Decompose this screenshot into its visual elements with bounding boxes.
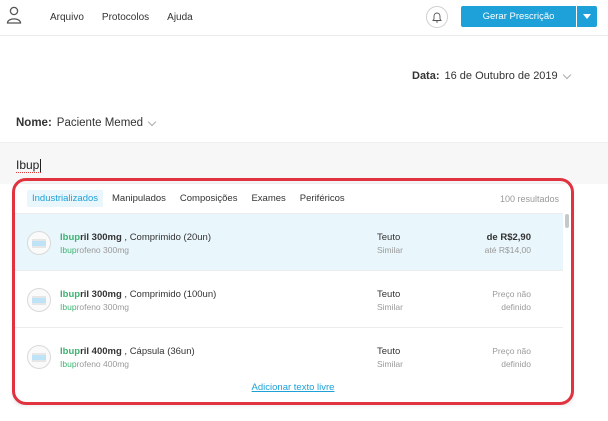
result-item-price-sub: definido	[501, 302, 531, 312]
tab-exames[interactable]: Exames	[246, 190, 290, 207]
add-free-text-link[interactable]: Adicionar texto livre	[15, 382, 571, 393]
result-item-lab: Teuto	[377, 289, 401, 300]
patient-name-value: Paciente Memed	[56, 117, 144, 129]
date-label: Data:	[412, 70, 440, 82]
chevron-down-icon	[147, 117, 157, 126]
generate-prescription-dropdown-button[interactable]	[577, 6, 597, 27]
nav-item-arquivo[interactable]: Arquivo	[50, 12, 84, 23]
result-item[interactable]: Ibupril 300mg , Comprimido (100un) Ibupr…	[15, 270, 563, 327]
medication-pill-icon	[27, 288, 51, 312]
result-item[interactable]: Ibupril 300mg , Comprimido (20un) Ibupro…	[15, 213, 563, 270]
results-scrollbar[interactable]	[565, 214, 569, 228]
medication-pill-icon	[27, 345, 51, 369]
medication-search-field[interactable]: Ibup	[0, 142, 608, 184]
result-item-substance: Ibuprofeno 300mg	[60, 245, 129, 255]
result-item-substance: Ibuprofeno 400mg	[60, 359, 129, 369]
patient-name-label: Nome:	[16, 117, 52, 129]
result-item-lab-type: Similar	[377, 359, 403, 369]
nav-item-ajuda[interactable]: Ajuda	[167, 12, 193, 23]
top-bar: Arquivo Protocolos Ajuda Gerar Prescriçã…	[0, 0, 608, 36]
medication-search-input[interactable]: Ibup	[16, 158, 42, 174]
result-item-substance: Ibuprofeno 300mg	[60, 302, 129, 312]
results-count: 100 resultados	[499, 194, 559, 204]
nav-item-protocolos[interactable]: Protocolos	[102, 12, 149, 23]
medication-pill-icon	[27, 231, 51, 255]
date-selector[interactable]: Data: 16 de Outubro de 2019	[412, 70, 571, 82]
result-item[interactable]: Ibupril 400mg , Cápsula (36un) Ibuprofen…	[15, 327, 563, 384]
result-item-price-sub: definido	[501, 359, 531, 369]
result-item-lab-type: Similar	[377, 245, 403, 255]
results-tabs: Industrializados Manipulados Composições…	[27, 190, 354, 207]
result-item-price: de R$2,90	[486, 232, 531, 243]
result-item-price-sub: até R$14,00	[484, 245, 531, 255]
result-item-name: Ibupril 300mg , Comprimido (20un)	[60, 232, 212, 243]
date-value: 16 de Outubro de 2019	[444, 70, 558, 82]
user-icon[interactable]	[6, 6, 22, 24]
tab-industrializados[interactable]: Industrializados	[27, 190, 104, 207]
generate-prescription-button[interactable]: Gerar Prescrição	[461, 6, 576, 27]
chevron-down-icon	[562, 70, 571, 79]
search-results-panel: Industrializados Manipulados Composições…	[15, 184, 571, 402]
tab-perifericos[interactable]: Periféricos	[295, 190, 350, 207]
result-item-lab: Teuto	[377, 232, 401, 243]
patient-selector[interactable]: Nome: Paciente Memed	[16, 117, 157, 129]
result-item-price: Preço não	[492, 289, 531, 299]
text-cursor	[40, 159, 42, 173]
result-item-lab: Teuto	[377, 346, 401, 357]
tab-composicoes[interactable]: Composições	[175, 190, 243, 207]
result-item-lab-type: Similar	[377, 302, 403, 312]
result-item-name: Ibupril 300mg , Comprimido (100un)	[60, 289, 217, 300]
search-text: Ibup	[16, 158, 40, 172]
result-item-price: Preço não	[492, 346, 531, 356]
bell-icon	[432, 12, 442, 23]
tab-manipulados[interactable]: Manipulados	[107, 190, 171, 207]
result-item-name: Ibupril 400mg , Cápsula (36un)	[60, 346, 195, 357]
main-nav: Arquivo Protocolos Ajuda	[50, 12, 211, 23]
notifications-button[interactable]	[426, 6, 448, 28]
